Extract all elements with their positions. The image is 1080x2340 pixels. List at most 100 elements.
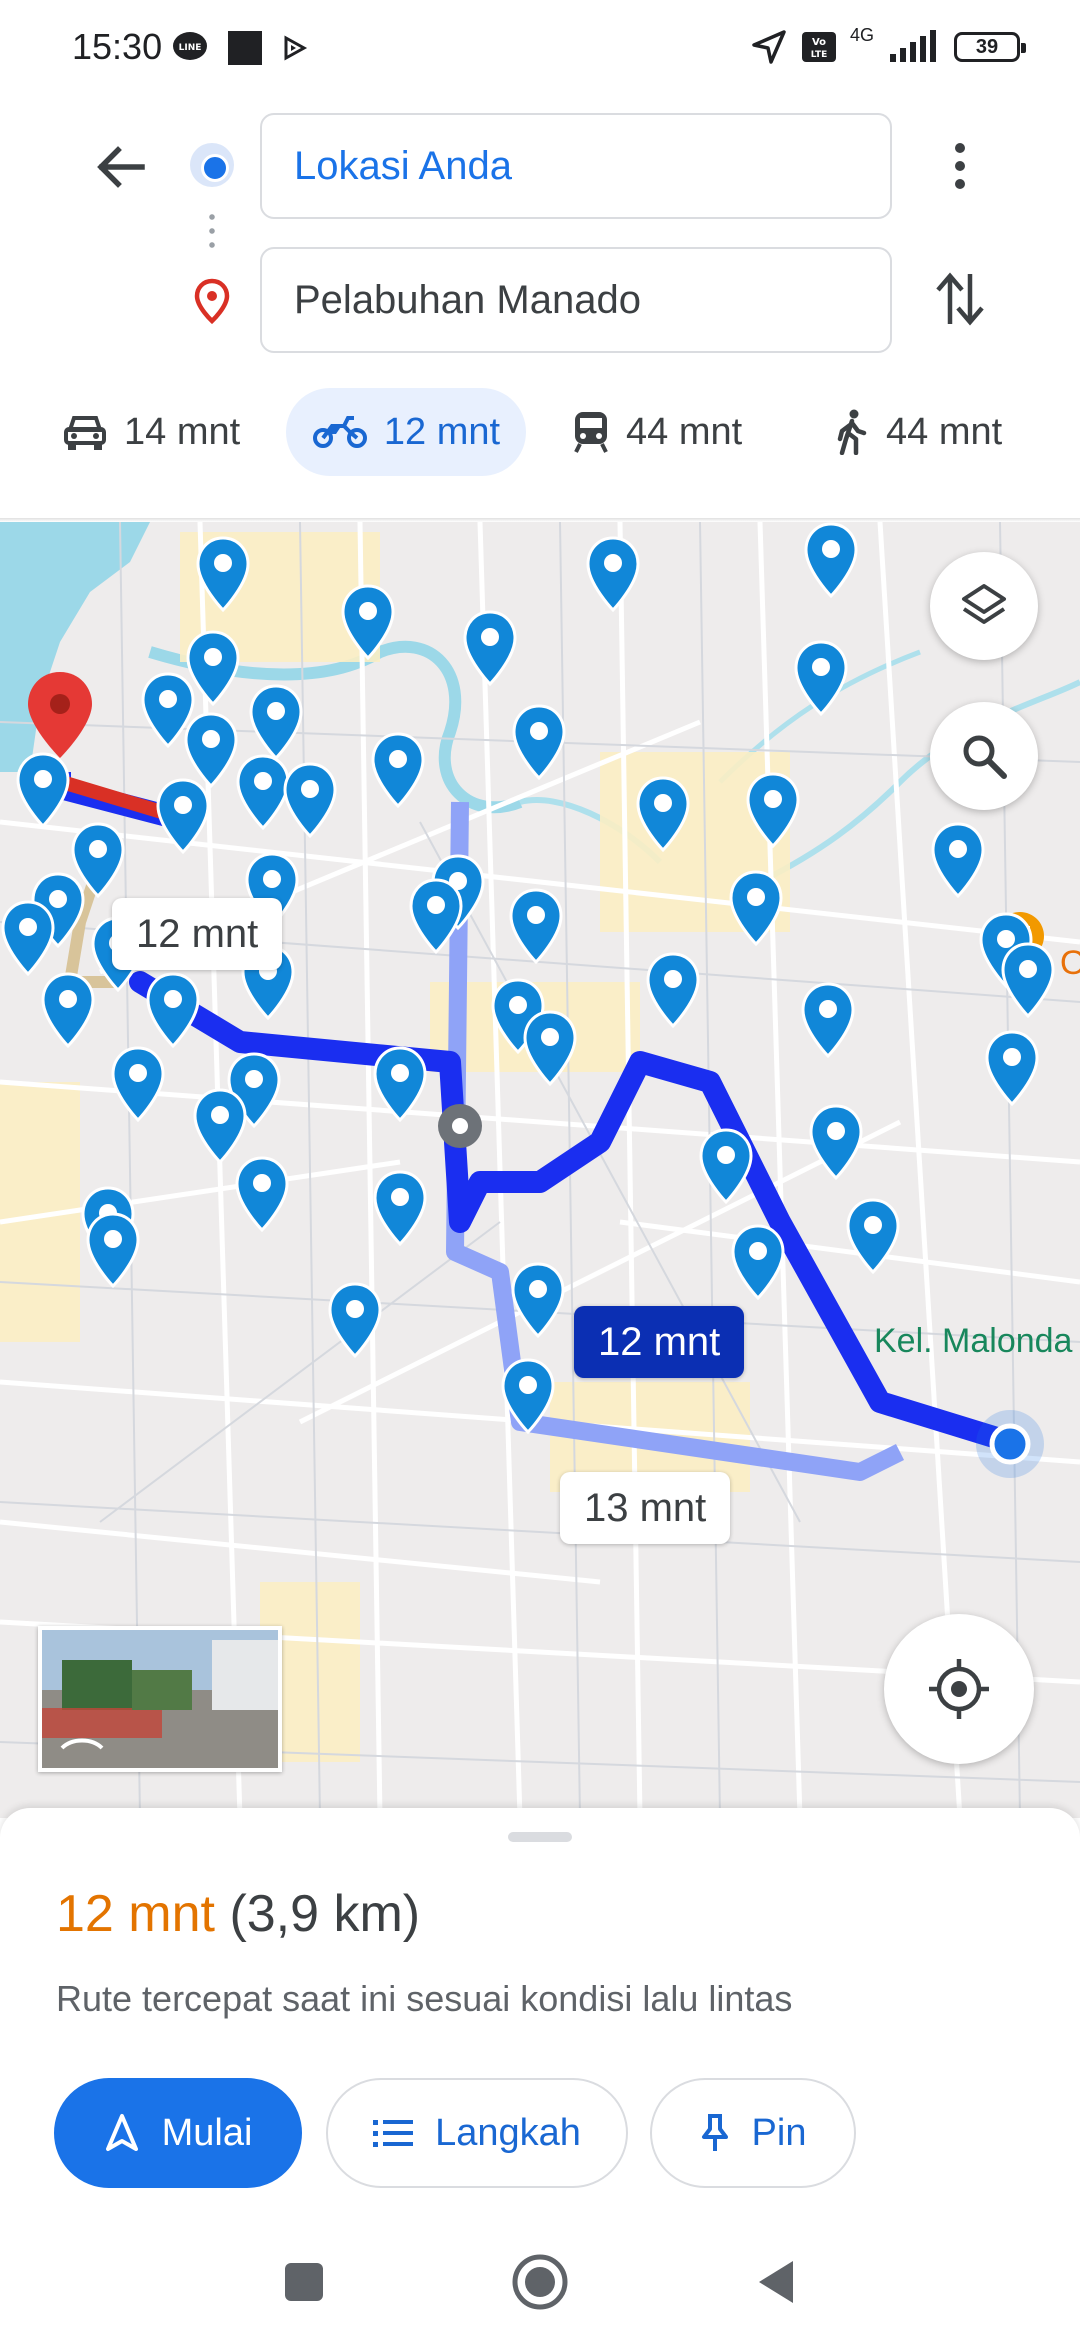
mode-transit[interactable]: 44 mnt (552, 388, 762, 476)
volte-icon: Vo LTE (801, 32, 836, 62)
layers-button[interactable] (930, 552, 1038, 660)
map-place-pin-icon[interactable] (808, 1104, 864, 1182)
route-duration: 12 mnt (56, 1885, 215, 1943)
recents-button[interactable] (272, 2250, 336, 2314)
battery-icon: 39 (954, 32, 1026, 62)
map-place-pin-icon[interactable] (728, 870, 784, 948)
svg-text:LTE: LTE (811, 50, 828, 60)
map-place-pin-icon[interactable] (327, 1282, 383, 1360)
route-description: Rute tercepat saat ini sesuai kondisi la… (56, 1978, 793, 2019)
map-place-pin-icon[interactable] (40, 972, 96, 1050)
map-place-pin-icon[interactable] (195, 536, 251, 614)
map-place-pin-icon[interactable] (340, 584, 396, 662)
street-view-thumbnail[interactable] (38, 1626, 282, 1772)
my-location-button[interactable] (884, 1614, 1034, 1764)
mode-motorcycle-label: 12 mnt (383, 410, 501, 453)
system-nav-bar (0, 2228, 1080, 2340)
map-place-pin-icon[interactable] (930, 822, 986, 900)
destination-field[interactable]: Pelabuhan Manado (260, 247, 892, 353)
map-place-pin-icon[interactable] (800, 982, 856, 1060)
map-place-pin-icon[interactable] (845, 1198, 901, 1276)
pin-label: Pin (751, 2111, 807, 2154)
map-place-pin-icon[interactable] (793, 640, 849, 718)
travel-modes: 14 mnt 12 mnt 44 mnt 44 mnt (0, 388, 1080, 480)
mode-walk-label: 44 mnt (886, 410, 1003, 453)
start-label: Mulai (161, 2111, 253, 2154)
route-label-selected[interactable]: 12 mnt (574, 1306, 745, 1378)
swap-vert-icon (936, 272, 984, 326)
map-place-pin-icon[interactable] (192, 1088, 248, 1166)
pin-button[interactable]: Pin (650, 2078, 856, 2188)
line-icon: LINE (173, 32, 207, 60)
mode-motorcycle[interactable]: 12 mnt (286, 388, 526, 476)
destination-pin-icon (194, 278, 230, 324)
map-place-pin-icon[interactable] (1000, 942, 1056, 1020)
destination-marker (28, 672, 92, 758)
more-options-button[interactable] (940, 136, 980, 196)
back-nav-button[interactable] (744, 2250, 808, 2314)
map-place-pin-icon[interactable] (145, 972, 201, 1050)
layers-icon (962, 584, 1006, 624)
map-place-pin-icon[interactable] (698, 1128, 754, 1206)
map-place-pin-icon[interactable] (803, 522, 859, 600)
map-place-pin-icon[interactable] (510, 1262, 566, 1340)
route-distance: (3,9 km) (229, 1885, 421, 1943)
map-place-pin-icon[interactable] (585, 536, 641, 614)
route-label-alternative[interactable]: 13 mnt (560, 1472, 731, 1544)
sheet-handle[interactable] (508, 1832, 572, 1842)
map-place-pin-icon[interactable] (500, 1358, 556, 1436)
stop-icon (228, 31, 262, 65)
map-place-pin-icon[interactable] (372, 1170, 428, 1248)
map-place-pin-icon[interactable] (745, 772, 801, 850)
map-place-pin-icon[interactable] (248, 684, 304, 762)
list-icon (373, 2120, 414, 2147)
map-place-pin-icon[interactable] (110, 1046, 166, 1124)
map-place-pin-icon[interactable] (730, 1224, 786, 1302)
map-place-pin-icon[interactable] (635, 776, 691, 854)
map-place-pin-icon[interactable] (370, 732, 426, 810)
current-location-dot (989, 1423, 1031, 1465)
map-place-pin-icon[interactable] (511, 704, 567, 782)
back-button[interactable] (92, 138, 150, 196)
crosshair-icon (929, 1659, 989, 1719)
steps-button[interactable]: Langkah (326, 2078, 628, 2188)
search-icon (963, 735, 1007, 779)
map-place-pin-icon[interactable] (282, 762, 338, 840)
location-arrow-icon (752, 30, 786, 64)
home-button[interactable] (508, 2250, 572, 2314)
start-button[interactable]: Mulai (54, 2078, 302, 2188)
play-icon (284, 35, 308, 61)
map-place-pin-icon[interactable] (15, 752, 71, 830)
map-view[interactable]: 12 mnt 12 mnt 13 mnt Kel. Malonda O (0, 522, 1080, 1818)
svg-text:LINE: LINE (179, 43, 202, 53)
swap-button[interactable] (930, 266, 990, 332)
map-place-pin-icon[interactable] (508, 888, 564, 966)
pushpin-icon (701, 2114, 728, 2151)
map-place-pin-icon[interactable] (85, 1212, 141, 1290)
map-place-pin-icon[interactable] (234, 1156, 290, 1234)
mode-car-label: 14 mnt (124, 410, 241, 453)
map-place-pin-icon[interactable] (522, 1010, 578, 1088)
map-place-pin-icon[interactable] (645, 952, 701, 1030)
steps-label: Langkah (435, 2111, 581, 2154)
more-vert-icon (955, 143, 965, 189)
mode-car[interactable]: 14 mnt (42, 388, 260, 476)
map-place-pin-icon[interactable] (462, 610, 518, 688)
map-place-pin-icon[interactable] (984, 1030, 1040, 1108)
map-place-pin-icon[interactable] (372, 1046, 428, 1124)
route-label-destination[interactable]: 12 mnt (112, 898, 283, 970)
mode-walk[interactable]: 44 mnt (814, 388, 1022, 476)
cafe-label: O (1060, 944, 1080, 982)
search-along-route-button[interactable] (930, 702, 1038, 810)
svg-text:Vo: Vo (812, 37, 826, 48)
origin-field[interactable]: Lokasi Anda (260, 113, 892, 219)
map-place-pin-icon[interactable] (155, 778, 211, 856)
triangle-back-icon (759, 2261, 793, 2303)
navigation-icon (105, 2114, 138, 2151)
square-icon (285, 2263, 323, 2301)
route-summary: 12 mnt (3,9 km) (56, 1884, 420, 1944)
map-place-pin-icon[interactable] (408, 878, 464, 956)
place-label: Kel. Malonda (874, 1322, 1073, 1360)
map-place-pin-icon[interactable] (0, 900, 56, 978)
route-summary-sheet[interactable]: 12 mnt (3,9 km) Rute tercepat saat ini s… (0, 1808, 1080, 2228)
